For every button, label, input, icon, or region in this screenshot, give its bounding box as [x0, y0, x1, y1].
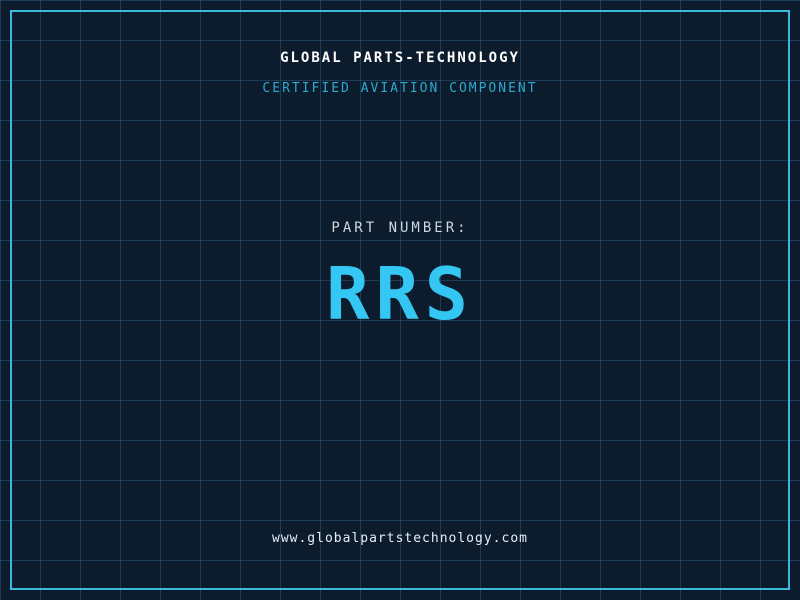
certificate-page: { "page": { "title": "GLOBAL PARTS-TECHN… — [0, 0, 800, 600]
website-url: www.globalpartstechnology.com — [272, 531, 528, 546]
part-number-label: PART NUMBER: — [331, 220, 469, 236]
company-title: GLOBAL PARTS-TECHNOLOGY — [280, 50, 520, 66]
certification-subtitle: CERTIFIED AVIATION COMPONENT — [262, 81, 538, 96]
part-number-value: RRS — [325, 252, 475, 336]
certificate-content: GLOBAL PARTS-TECHNOLOGY CERTIFIED AVIATI… — [0, 0, 800, 600]
